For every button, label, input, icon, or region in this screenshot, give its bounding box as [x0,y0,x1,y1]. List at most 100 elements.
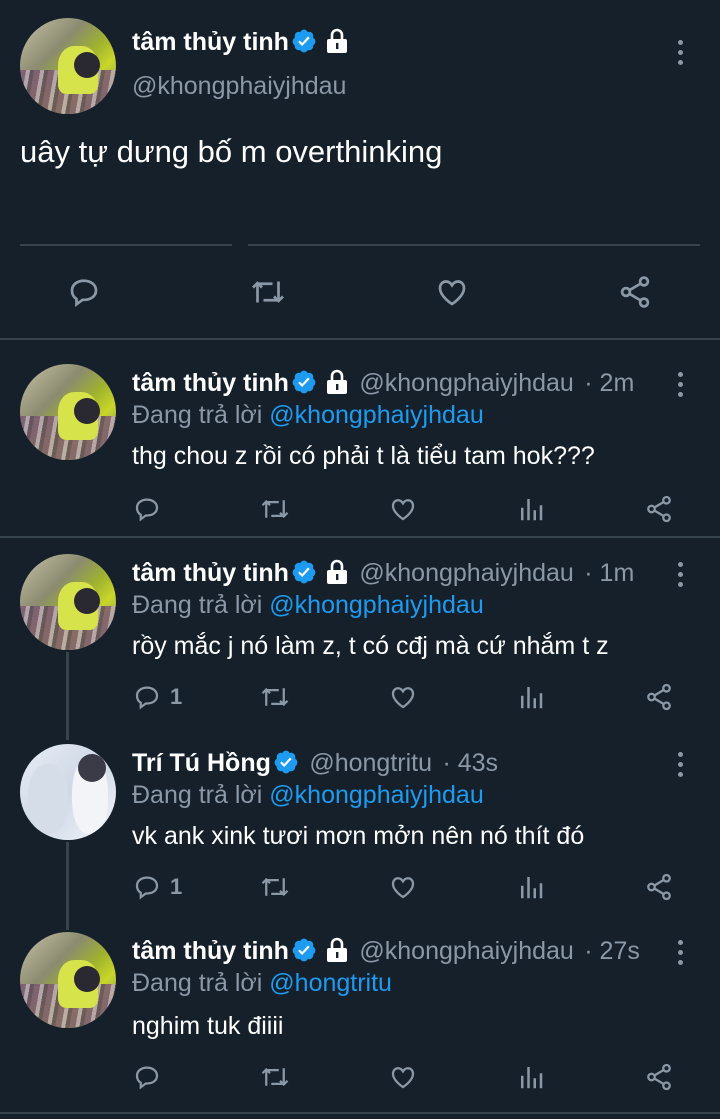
reply-button[interactable] [132,494,170,524]
share-button[interactable] [644,1062,674,1092]
reply-icon [135,876,159,900]
retweet-button[interactable] [258,682,292,712]
author-handle[interactable]: @khongphaiyjhdau [359,937,573,965]
author-name[interactable]: tâm thủy tinh [132,369,289,397]
retweet-button[interactable] [258,1062,292,1092]
lock-icon [326,369,347,394]
lock-icon [326,937,347,962]
avatar[interactable] [20,364,116,460]
like-button[interactable] [388,872,418,902]
reply-header: tâm thủy tinh @khongphaiyjhdau · 2m [132,369,634,398]
more-icon[interactable] [676,372,684,400]
analytics-icon [521,1067,543,1089]
lock-icon [326,28,347,53]
tweet-text: uây tự dưng bố m overthinking [20,134,443,169]
reply-header: tâm thủy tinh @khongphaiyjhdau · 27s [132,937,640,966]
reply-header: Trí Tú Hồng @hongtritu · 43s [132,749,498,778]
mention-link[interactable]: @khongphaiyjhdau [269,401,483,429]
share-icon [647,683,671,711]
replying-to: Đang trả lời @khongphaiyjhdau [132,401,484,430]
reply-text: thg chou z rồi có phải t là tiểu tam hok… [132,442,595,470]
avatar[interactable] [20,932,116,1028]
like-button[interactable] [388,682,418,712]
replying-label: Đang trả lời [132,969,263,997]
verified-badge-icon [292,370,316,394]
analytics-icon [521,687,543,709]
reply-count: 1 [170,684,183,709]
author-name[interactable]: tâm thủy tinh [132,28,289,56]
analytics-icon [521,499,543,521]
author-handle[interactable]: @khongphaiyjhdau [359,559,573,587]
reply-icon [70,279,98,307]
verified-badge-icon [292,29,316,53]
more-icon[interactable] [676,752,684,780]
share-button[interactable] [644,682,674,712]
share-icon [647,873,671,901]
reply-button[interactable]: 1 [132,872,182,902]
retweet-button[interactable] [258,872,292,902]
analytics-icon [521,877,543,899]
analytics-button[interactable] [516,872,546,902]
like-icon [391,687,415,709]
author-handle[interactable]: @hongtritu [309,749,432,777]
like-icon [391,499,415,521]
retweet-button[interactable] [258,494,292,524]
reply-button[interactable]: 1 [132,682,182,712]
more-icon[interactable] [676,562,684,590]
timestamp[interactable]: · 1m [584,559,634,587]
avatar[interactable] [20,744,116,840]
author-name[interactable]: tâm thủy tinh [132,559,289,587]
replying-label: Đang trả lời [132,781,263,809]
like-button[interactable] [388,494,418,524]
reply-button[interactable] [66,274,102,310]
retweet-icon [261,687,289,707]
analytics-button[interactable] [516,1062,546,1092]
mention-link[interactable]: @khongphaiyjhdau [269,781,483,809]
timestamp[interactable]: · 27s [584,937,640,965]
retweet-button[interactable] [248,274,288,310]
mention-link[interactable]: @hongtritu [269,969,392,997]
reply-icon [135,686,159,710]
retweet-icon [252,281,284,303]
thread-line [66,842,69,930]
retweet-icon [261,499,289,519]
like-button[interactable] [388,1062,418,1092]
share-button[interactable] [644,872,674,902]
timestamp[interactable]: · 2m [584,369,634,397]
author-handle[interactable]: @khongphaiyjhdau [132,72,346,101]
share-button[interactable] [644,494,674,524]
author-name[interactable]: tâm thủy tinh [132,937,289,965]
mention-link[interactable]: @khongphaiyjhdau [269,591,483,619]
reply-text: nghim tuk điiii [132,1012,284,1040]
share-button[interactable] [616,274,654,310]
reply-icon [135,1066,159,1090]
reply-text: vk ank xink tươi mơn mởn nên nó thít đó [132,822,585,850]
retweet-icon [261,877,289,897]
more-icon[interactable] [676,40,684,68]
thread-line [66,652,69,740]
divider [20,244,232,246]
author-name[interactable]: Trí Tú Hồng [132,749,271,777]
like-icon [438,280,466,306]
verified-badge-icon [292,938,316,962]
reply-count: 1 [170,874,183,899]
lock-icon [326,559,347,584]
more-icon[interactable] [676,940,684,968]
analytics-button[interactable] [516,494,546,524]
replying-to: Đang trả lời @khongphaiyjhdau [132,781,484,810]
share-icon [620,276,650,308]
verified-badge-icon [292,560,316,584]
like-button[interactable] [434,274,470,310]
reply-text: rồy mắc j nó làm z, t có cđj mà cứ nhắm … [132,632,609,660]
divider [0,338,720,340]
author-handle[interactable]: @khongphaiyjhdau [359,369,573,397]
replying-to: Đang trả lời @khongphaiyjhdau [132,591,484,620]
like-icon [391,1067,415,1089]
analytics-button[interactable] [516,682,546,712]
reply-button[interactable] [132,1062,170,1092]
avatar[interactable] [20,554,116,650]
divider [0,1112,720,1114]
share-icon [647,1063,671,1091]
timestamp[interactable]: · 43s [442,749,498,777]
avatar[interactable] [20,18,116,114]
